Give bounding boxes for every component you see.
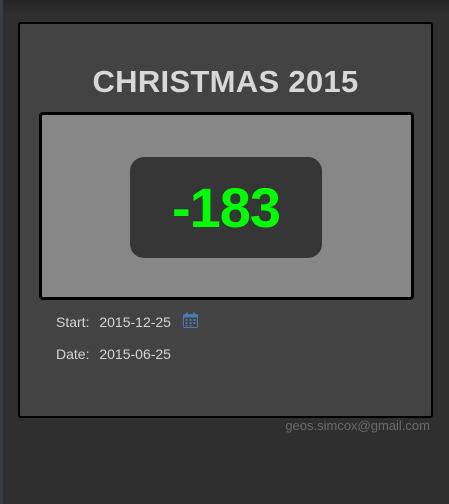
date-label: Date:: [56, 346, 90, 362]
author-email: geos.simcox@gmail.com: [285, 418, 430, 433]
start-label: Start:: [56, 314, 90, 330]
countdown-widget: CHRISTMAS 2015 -183 Start: 2015-12-25 Da…: [18, 22, 433, 418]
current-date-value: 2015-06-25: [99, 346, 171, 362]
current-date-row: Date: 2015-06-25: [56, 345, 171, 363]
widget-title: CHRISTMAS 2015: [92, 64, 359, 99]
start-date-value: 2015-12-25: [99, 314, 171, 330]
counter-box: -183: [130, 157, 322, 258]
calendar-icon[interactable]: [182, 312, 198, 332]
counter-display-panel: -183: [39, 112, 414, 300]
day-counter: -183: [171, 176, 281, 239]
start-date-row: Start: 2015-12-25: [56, 312, 198, 332]
window-left-edge: [0, 0, 3, 504]
window-top-shadow: [0, 0, 449, 16]
